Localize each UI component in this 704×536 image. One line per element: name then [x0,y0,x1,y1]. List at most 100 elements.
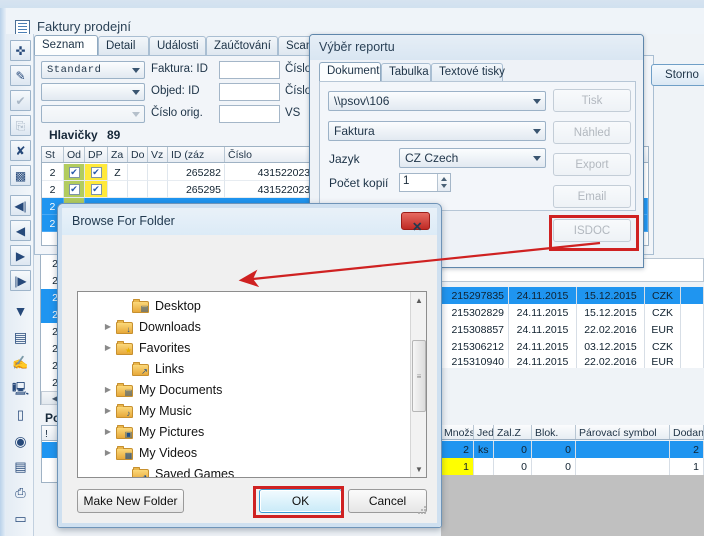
table-row[interactable]: 2 ks 0 0 2 [441,441,704,458]
list-item[interactable]: ▶ ▦ My Videos [78,442,426,463]
cislo-orig-input[interactable] [219,105,280,123]
tab-seznam[interactable]: Seznam [34,35,98,57]
table-row[interactable]: 215306212 24.11.2015 03.12.2015 CZK [441,338,704,355]
list-item[interactable]: ▶ ♪ My Music [78,400,426,421]
view-select[interactable]: Standard [41,61,145,79]
tab-label: Události [157,40,199,52]
scroll-up-button[interactable]: ▲ [411,292,426,308]
browse-dialog-titlebar: Browse For Folder ✕ [62,208,437,235]
cell-dp[interactable]: ✔ [85,181,108,198]
cell-od[interactable]: ✔ [64,181,85,198]
table-row[interactable]: 215302829 24.11.2015 15.12.2015 CZK [441,304,704,321]
hand-tool-icon[interactable]: ✍ [10,352,31,373]
cell-dp[interactable]: ✔ [85,164,108,181]
col-do[interactable]: Do [128,147,148,162]
table-row[interactable]: 215297835 24.11.2015 15.12.2015 CZK [441,287,704,304]
tab-textove-tisky[interactable]: Textové tisky [431,63,505,82]
truck-icon[interactable]: ▭ [10,508,31,529]
clipboard-icon[interactable]: ▯ [10,404,31,425]
report-select[interactable]: Faktura [328,121,546,141]
col-jednotka[interactable]: Jed [474,425,494,439]
book-icon[interactable]: ▤ [10,456,31,477]
storno-button[interactable]: Storno [651,64,704,86]
last-record-icon[interactable]: |▶ [10,270,31,291]
chevron-right-icon[interactable]: ▶ [100,427,116,436]
view-select-value: Standard [47,64,102,76]
chevron-right-icon[interactable]: ▶ [100,322,116,331]
col-mnozstvi[interactable]: Množs [441,425,474,439]
delete-record-icon[interactable]: ✘ [10,140,31,161]
cell-do [128,181,148,198]
printer-select[interactable]: \\psov\106 [328,91,546,111]
list-item[interactable]: ▶ ★ Favorites [78,337,426,358]
col-vz[interactable]: Vz [148,147,168,162]
chevron-right-icon[interactable]: ▶ [100,343,116,352]
filter-icon[interactable]: ▼ [10,300,31,321]
list-item[interactable]: ◕ Saved Games [78,463,426,477]
list-item[interactable]: ▶ ▤ My Documents [78,379,426,400]
add-record-icon[interactable]: ✜ [10,40,31,61]
list-item[interactable]: ▤ Desktop [78,295,426,316]
scroll-down-button[interactable]: ▼ [411,461,426,477]
close-icon[interactable]: ✕ [401,212,430,234]
col-st[interactable]: St [42,147,64,162]
col-cislo[interactable]: Číslo [225,147,320,162]
col-zalz[interactable]: Zal.Z [494,425,532,439]
make-new-folder-button[interactable]: Make New Folder [77,489,184,513]
tab-dokument[interactable]: Dokument [319,62,381,83]
previous-record-icon[interactable]: ◀ [10,220,31,241]
circle-icon[interactable]: ◉ [10,430,31,451]
copies-stepper[interactable]: 1 [399,173,451,192]
folder-tree[interactable]: ▤ Desktop ▶ ↓ Downloads ▶ ★ Favorites ↗ … [77,291,427,478]
next-record-icon[interactable]: ▶ [10,245,31,266]
chevron-right-icon[interactable]: ▶ [100,385,116,394]
col-exclaim[interactable]: ! [42,426,58,440]
col-blok[interactable]: Blok. [532,425,576,439]
tab-udalosti[interactable]: Události [149,36,206,56]
col-za[interactable]: Za [108,147,128,162]
secondary-select[interactable] [41,83,145,101]
cancel-button[interactable]: Cancel [348,489,427,513]
checkbox-checked-icon[interactable]: ✔ [68,167,80,178]
email-button[interactable]: Email [553,185,631,208]
faktura-id-input[interactable] [219,61,280,79]
scrollbar-thumb[interactable]: ≡ [412,340,426,412]
checkbox-checked-icon[interactable]: ✔ [90,184,102,195]
col-parovaci-symbol[interactable]: Párovací symbol [576,425,670,439]
resize-grip-icon[interactable] [417,505,427,515]
list-item[interactable]: ↗ Links [78,358,426,379]
computer-icon[interactable]: 🖳 [10,378,31,399]
list-item[interactable]: ▶ ↓ Downloads [78,316,426,337]
first-record-icon[interactable]: ◀| [10,195,31,216]
cell-od[interactable]: ✔ [64,164,85,181]
chevron-right-icon[interactable]: ▶ [100,406,116,415]
col-dodan[interactable]: Dodan [670,425,704,439]
col-dp[interactable]: DP [85,147,108,162]
print-button[interactable]: Tisk [553,89,631,112]
tab-tabulka[interactable]: Tabulka [381,63,431,82]
export-button[interactable]: Export [553,153,631,176]
col-od[interactable]: Od [64,147,85,162]
list-item[interactable]: ▶ ▣ My Pictures [78,421,426,442]
edit-record-icon[interactable]: ✎ [10,65,31,86]
preview-button[interactable]: Náhled [553,121,631,144]
table-view-icon[interactable]: ▤ [10,326,31,347]
checkbox-checked-icon[interactable]: ✔ [90,167,102,178]
language-select[interactable]: CZ Czech [399,148,546,168]
chevron-right-icon[interactable]: ▶ [100,448,116,457]
refresh-record-icon[interactable]: ▩ [10,165,31,186]
tree-scrollbar[interactable]: ▲ ≡ ▼ [410,292,426,477]
checkbox-checked-icon[interactable]: ✔ [68,184,80,195]
isdoc-button[interactable]: ISDOC [553,219,631,242]
table-row[interactable]: 215310940 24.11.2015 22.02.2016 EUR [441,355,704,368]
table-row[interactable]: 215308857 24.11.2015 22.02.2016 EUR [441,321,704,338]
print-preview-icon[interactable]: ⎙ [10,482,31,503]
make-new-folder-label: Make New Folder [83,494,178,508]
col-id[interactable]: ID (záz [168,147,225,162]
table-row[interactable]: 1 0 0 1 [441,458,704,475]
objed-id-input[interactable] [219,83,280,101]
stepper-arrows[interactable] [437,174,450,191]
tab-zauctovani[interactable]: Zaúčtování [206,36,278,56]
tab-detail[interactable]: Detail [98,36,149,56]
ok-button[interactable]: OK [259,489,342,513]
